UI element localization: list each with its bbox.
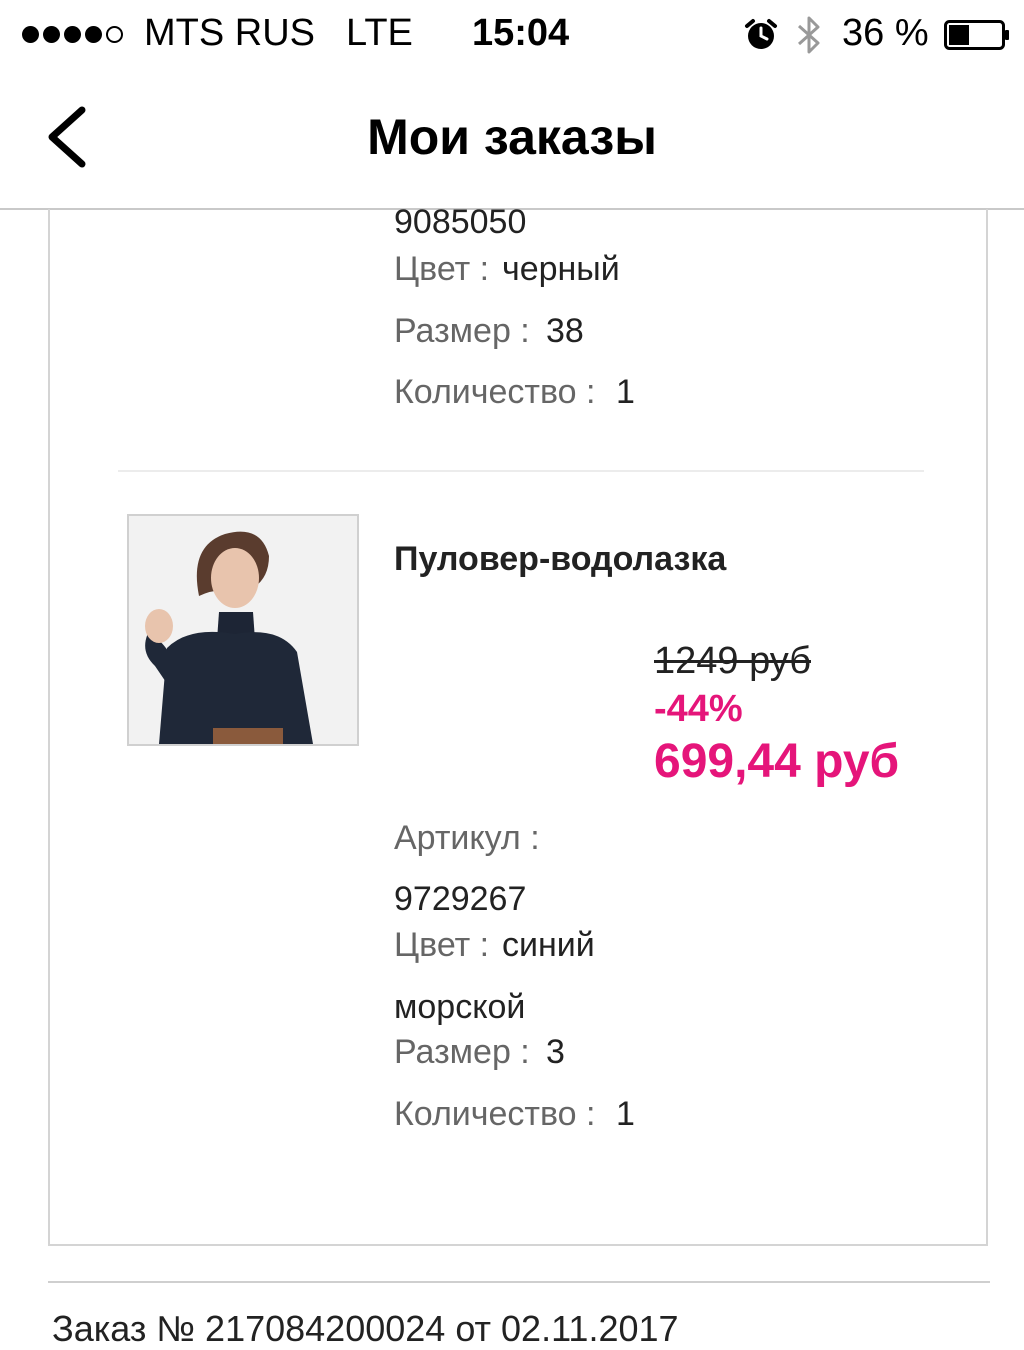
item-2-color-value-line1: синий	[502, 926, 595, 964]
product-name: Пуловер-водолазка	[394, 540, 727, 578]
item-1-size-value: 38	[546, 312, 584, 350]
clock: 15:04	[472, 12, 570, 54]
signal-strength-icon	[22, 26, 123, 43]
carrier-name: MTS RUS	[144, 12, 315, 54]
item-1-size-label: Размер :	[394, 312, 530, 350]
item-divider	[118, 470, 924, 472]
status-bar: MTS RUS LTE 15:04 36 %	[0, 0, 1024, 70]
item-1-color-value: черный	[502, 250, 620, 288]
old-price: 1249 руб	[654, 640, 811, 682]
product-photo-icon	[129, 516, 357, 744]
order-divider	[48, 1281, 990, 1283]
current-price: 699,44 руб	[654, 735, 900, 788]
item-2-quantity-value: 1	[616, 1095, 635, 1133]
navigation-bar: Мои заказы	[0, 70, 1024, 210]
item-2-article-label: Артикул :	[394, 819, 540, 857]
alarm-icon	[745, 19, 777, 49]
item-1-quantity-label: Количество :	[394, 373, 596, 411]
battery-percentage: 36 %	[842, 12, 929, 54]
item-2-quantity-label: Количество :	[394, 1095, 596, 1133]
product-thumbnail[interactable]	[127, 514, 359, 746]
bluetooth-icon	[797, 16, 820, 54]
item-2-size-value: 3	[546, 1033, 565, 1071]
network-type: LTE	[346, 12, 413, 54]
item-2-color-label: Цвет :	[394, 926, 490, 964]
item-1-article-value: 9085050	[394, 203, 527, 241]
item-1-quantity-value: 1	[616, 373, 635, 411]
discount-badge: -44%	[654, 688, 743, 730]
item-2-size-label: Размер :	[394, 1033, 530, 1071]
item-2-color-value-line2: морской	[394, 988, 526, 1026]
next-order-header[interactable]: Заказ № 217084200024 от 02.11.2017	[52, 1308, 679, 1350]
item-1-color-label: Цвет :	[394, 250, 490, 288]
item-2-article-value: 9729267	[394, 880, 527, 918]
battery-icon	[944, 20, 1009, 50]
page-title: Мои заказы	[367, 109, 657, 165]
